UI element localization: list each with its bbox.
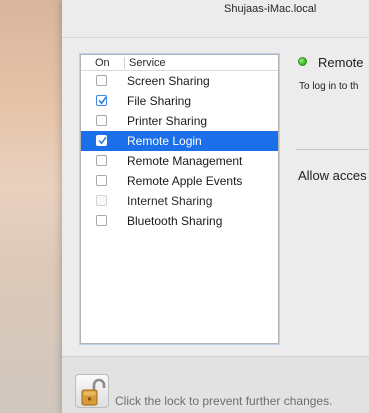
service-label: Bluetooth Sharing (127, 214, 223, 228)
service-row-remote-management[interactable]: Remote Management (81, 151, 278, 171)
checkmark-icon (98, 136, 107, 145)
service-status-text: Remote (318, 55, 364, 70)
column-header-service[interactable]: Service (129, 57, 166, 69)
remote-management-checkbox[interactable] (96, 155, 107, 166)
service-label: Remote Management (127, 154, 243, 168)
remote-apple-events-checkbox[interactable] (96, 175, 107, 186)
service-row-file-sharing[interactable]: File Sharing (81, 91, 278, 111)
login-instructions: To log in to th (299, 81, 359, 92)
service-row-remote-apple-events[interactable]: Remote Apple Events (81, 171, 278, 191)
printer-sharing-checkbox[interactable] (96, 115, 107, 126)
screen-sharing-checkbox[interactable] (96, 75, 107, 86)
detail-divider (296, 149, 369, 150)
lock-bar: Click the lock to prevent further change… (62, 356, 369, 413)
allow-access-label: Allow acces (298, 168, 367, 183)
service-label: Remote Apple Events (127, 174, 243, 188)
desktop-background (0, 0, 62, 413)
sharing-preferences-window: Shujaas-iMac.local On Service Screen Sha… (62, 0, 369, 413)
service-label: Internet Sharing (127, 194, 213, 208)
service-row-bluetooth-sharing[interactable]: Bluetooth Sharing (81, 211, 278, 231)
service-row-internet-sharing[interactable]: Internet Sharing (81, 191, 278, 211)
service-row-printer-sharing[interactable]: Printer Sharing (81, 111, 278, 131)
internet-sharing-checkbox (96, 195, 107, 206)
service-label: File Sharing (127, 94, 192, 108)
service-label: Printer Sharing (127, 114, 208, 128)
service-label: Screen Sharing (127, 74, 210, 88)
bluetooth-sharing-checkbox[interactable] (96, 215, 107, 226)
unlocked-padlock-icon (81, 378, 106, 406)
service-list[interactable]: On Service Screen Sharing File Sharing P… (80, 54, 279, 344)
computer-hostname: Shujaas-iMac.local (224, 3, 317, 15)
column-header-on[interactable]: On (95, 57, 110, 69)
header-divider (62, 37, 369, 38)
lock-button[interactable] (75, 374, 109, 408)
status-indicator-icon (298, 57, 307, 66)
service-row-screen-sharing[interactable]: Screen Sharing (81, 71, 278, 91)
checkmark-icon (98, 96, 107, 105)
remote-login-checkbox[interactable] (96, 135, 107, 146)
file-sharing-checkbox[interactable] (96, 95, 107, 106)
lock-instruction-text: Click the lock to prevent further change… (115, 394, 333, 408)
column-divider (124, 57, 125, 69)
service-row-remote-login[interactable]: Remote Login (81, 131, 278, 151)
service-label: Remote Login (127, 134, 202, 148)
service-list-header: On Service (81, 55, 278, 71)
